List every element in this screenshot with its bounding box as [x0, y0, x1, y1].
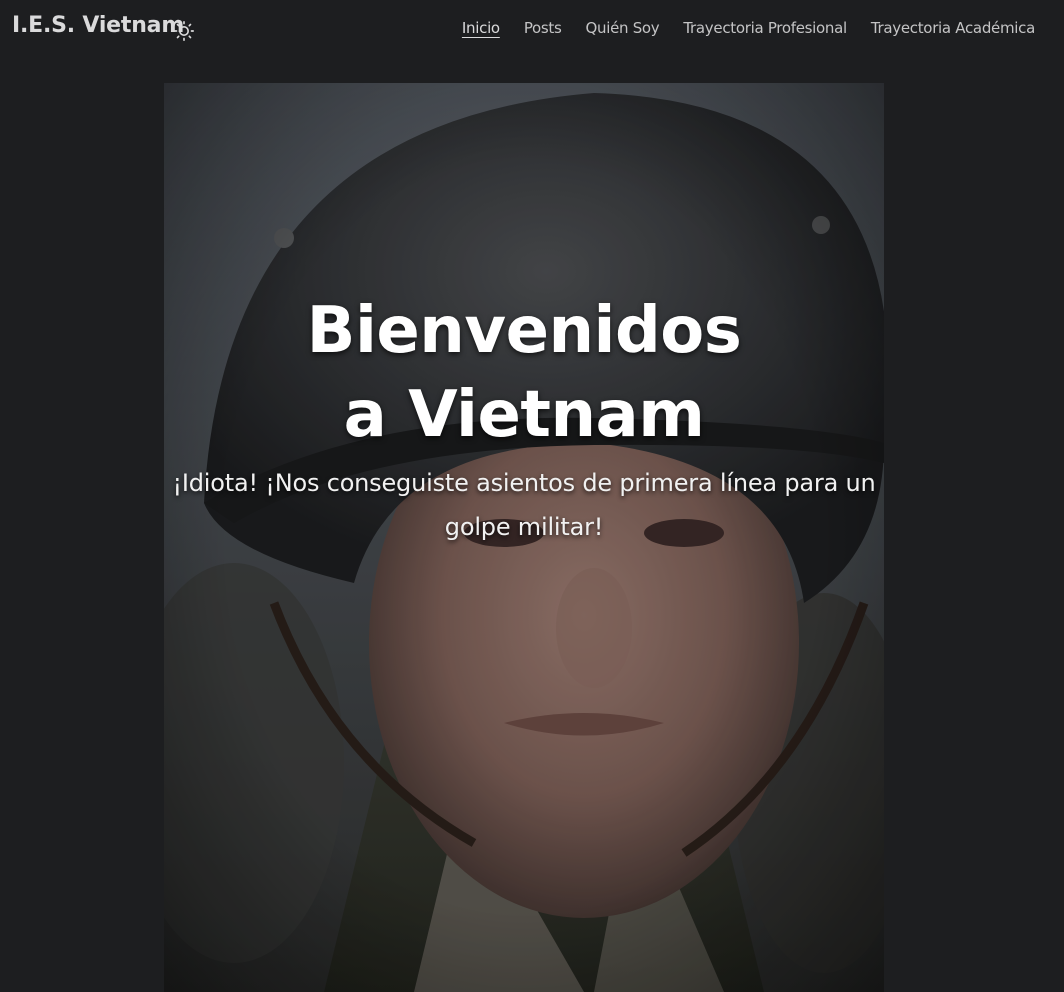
- hero-title: Bienvenidos a Vietnam: [306, 294, 742, 452]
- nav-item-trayectoria-profesional[interactable]: Trayectoria Profesional: [683, 19, 847, 37]
- main-nav: Inicio Posts Quién Soy Trayectoria Profe…: [462, 19, 1035, 37]
- hero-caption: Bienvenidos a Vietnam ¡Idiota! ¡Nos cons…: [164, 289, 884, 549]
- sun-icon[interactable]: [174, 21, 194, 42]
- nav-item-trayectoria-academica[interactable]: Trayectoria Académica: [871, 19, 1035, 37]
- hero-subtitle: ¡Idiota! ¡Nos conseguiste asientos de pr…: [172, 469, 876, 541]
- nav-item-posts[interactable]: Posts: [524, 19, 562, 37]
- hero-section: Bienvenidos a Vietnam ¡Idiota! ¡Nos cons…: [164, 83, 884, 992]
- nav-item-inicio[interactable]: Inicio: [462, 19, 500, 37]
- nav-item-quien-soy[interactable]: Quién Soy: [586, 19, 660, 37]
- site-logo[interactable]: I.E.S. Vietnam: [12, 13, 184, 38]
- site-header: I.E.S. Vietnam Inicio Posts Quién Soy Tr…: [0, 0, 1064, 60]
